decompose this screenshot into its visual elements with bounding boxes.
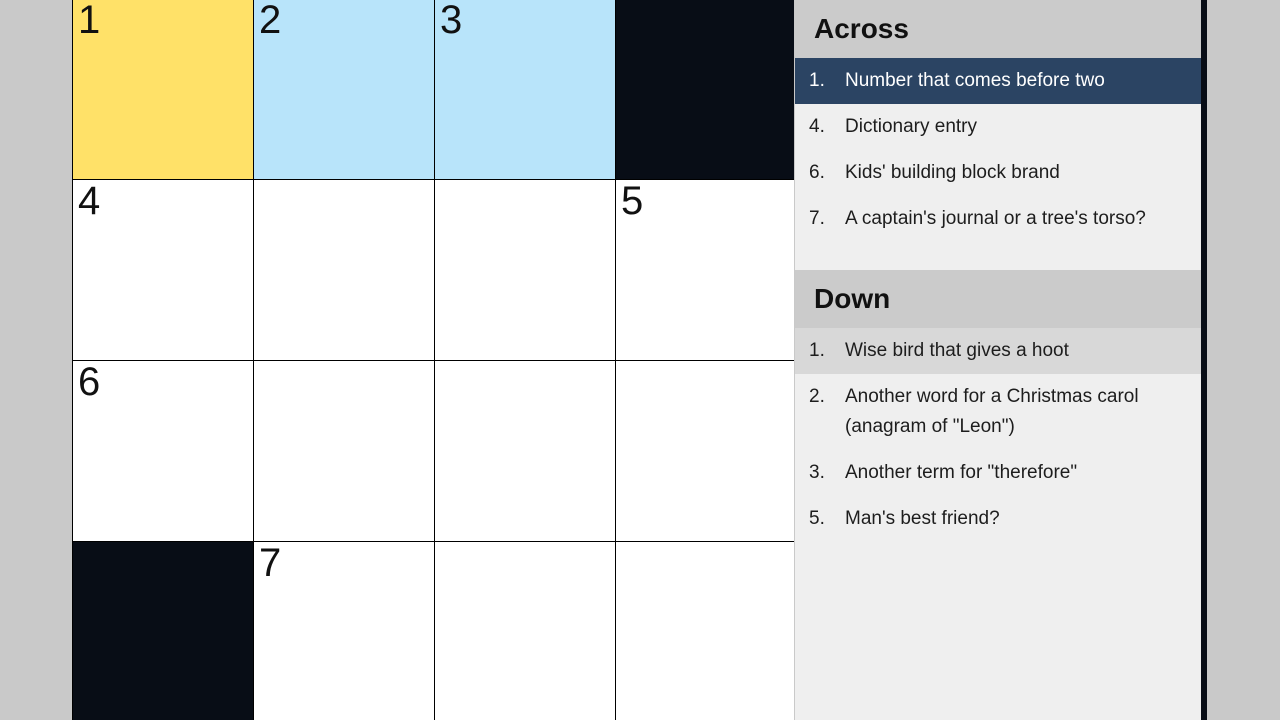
grid-cell[interactable] (616, 542, 794, 720)
grid-cell[interactable] (254, 180, 434, 360)
clue-text: Wise bird that gives a hoot (845, 340, 1069, 361)
down-section: Down 1. Wise bird that gives a hoot 2. Anot… (795, 270, 1201, 542)
cell-number: 2 (259, 0, 281, 42)
clue-text: Dictionary entry (845, 116, 977, 137)
clue-number: 7. (809, 208, 825, 229)
grid-block-cell (616, 0, 794, 179)
grid-cell[interactable] (435, 542, 615, 720)
across-header: Across (795, 0, 1201, 58)
clue-text: Another term for "therefore" (845, 462, 1078, 483)
across-section-filler (795, 242, 1201, 270)
crossword-app: 1 2 3 4 5 6 7 Across 1. Number that comes befor… (0, 0, 1280, 720)
grid-block-cell (73, 542, 253, 720)
down-clue-item[interactable]: 3. Another term for "therefore" (795, 450, 1201, 496)
down-clue-item[interactable]: 5. Man's best friend? (795, 496, 1201, 542)
grid-cell[interactable] (435, 180, 615, 360)
clue-number: 6. (809, 162, 825, 183)
grid-cell[interactable]: 5 (616, 180, 794, 360)
across-section: Across 1. Number that comes before two 4. D… (795, 0, 1201, 270)
clue-text: Number that comes before two (845, 70, 1105, 91)
cell-number: 7 (259, 542, 281, 585)
cell-number: 3 (440, 0, 462, 42)
grid-cell[interactable]: 7 (254, 542, 434, 720)
down-clue-item[interactable]: 2. Another word for a Christmas carol (an… (795, 374, 1201, 450)
cell-number: 5 (621, 180, 643, 223)
clue-text: Kids' building block brand (845, 162, 1060, 183)
grid-cell[interactable]: 3 (435, 0, 615, 179)
cell-number: 6 (78, 361, 100, 404)
across-clue-item[interactable]: 6. Kids' building block brand (795, 150, 1201, 196)
clue-panel: Across 1. Number that comes before two 4. D… (795, 0, 1207, 720)
clue-number: 3. (809, 462, 825, 483)
crossword-grid[interactable]: 1 2 3 4 5 6 7 (72, 0, 794, 720)
clue-number: 2. (809, 386, 825, 407)
clue-number: 4. (809, 116, 825, 137)
cell-number: 4 (78, 180, 100, 223)
clue-number: 5. (809, 508, 825, 529)
clue-text: Another word for a Christmas carol (anag… (845, 386, 1139, 437)
grid-cell[interactable]: 6 (73, 361, 253, 541)
grid-cell[interactable] (616, 361, 794, 541)
clue-text: A captain's journal or a tree's torso? (845, 208, 1146, 229)
grid-cell[interactable]: 1 (73, 0, 253, 179)
cell-number: 1 (78, 0, 100, 42)
grid-cell[interactable] (435, 361, 615, 541)
clue-number: 1. (809, 70, 825, 91)
clue-text: Man's best friend? (845, 508, 1000, 529)
grid-cell[interactable]: 4 (73, 180, 253, 360)
crossword-grid-container: 1 2 3 4 5 6 7 (72, 0, 794, 720)
across-clue-item[interactable]: 7. A captain's journal or a tree's torso? (795, 196, 1201, 242)
down-header: Down (795, 270, 1201, 328)
across-clue-list[interactable]: 1. Number that comes before two 4. Dictiona… (795, 58, 1201, 242)
grid-cell[interactable] (254, 361, 434, 541)
across-clue-item[interactable]: 4. Dictionary entry (795, 104, 1201, 150)
down-clue-item[interactable]: 1. Wise bird that gives a hoot (795, 328, 1201, 374)
grid-cell[interactable]: 2 (254, 0, 434, 179)
across-clue-item[interactable]: 1. Number that comes before two (795, 58, 1201, 104)
down-clue-list[interactable]: 1. Wise bird that gives a hoot 2. Another w… (795, 328, 1201, 542)
clue-number: 1. (809, 340, 825, 361)
